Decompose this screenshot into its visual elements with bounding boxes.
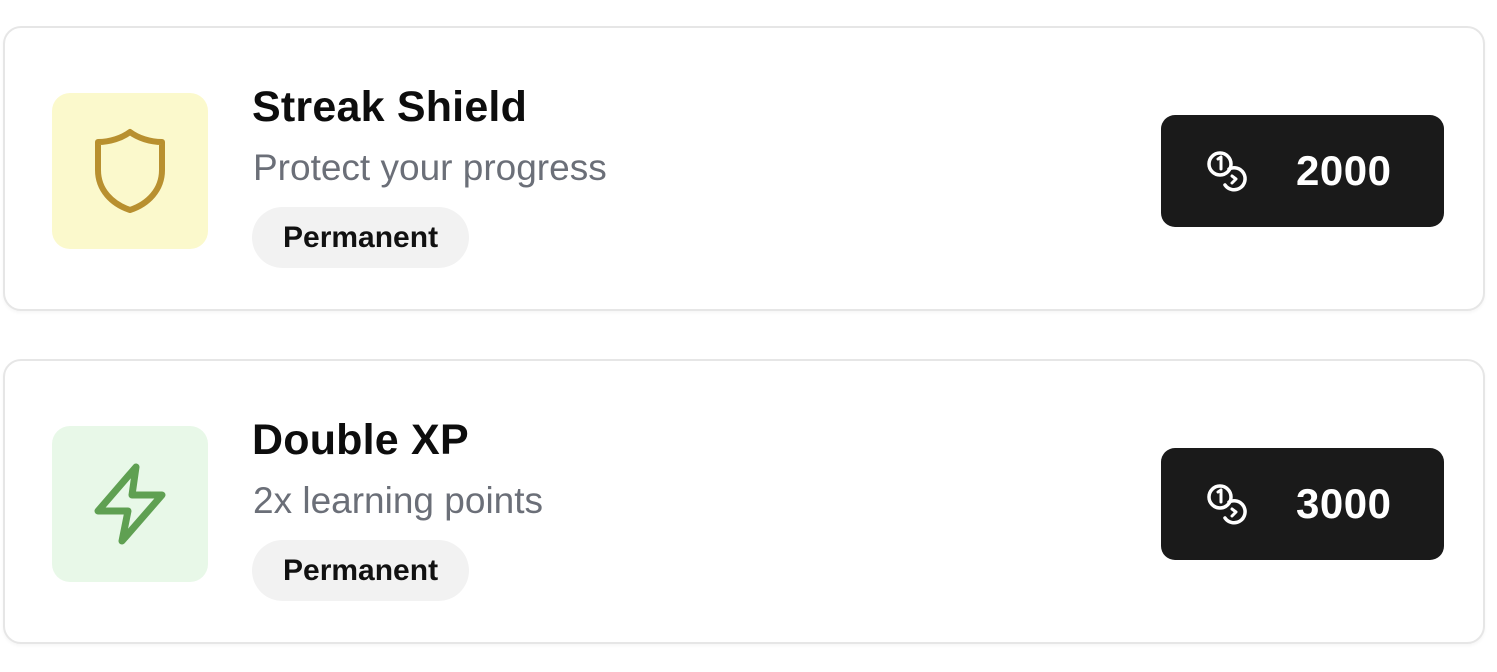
shop-item-streak-shield: Streak Shield Protect your progress Perm… xyxy=(3,26,1485,311)
item-title: Double XP xyxy=(252,416,469,464)
coins-icon xyxy=(1207,151,1247,192)
lightning-icon xyxy=(94,463,166,545)
duration-badge: Permanent xyxy=(252,207,470,268)
shield-icon xyxy=(95,129,165,213)
shield-icon-tile xyxy=(52,93,208,249)
buy-button[interactable]: 3000 xyxy=(1161,448,1444,560)
item-description: 2x learning points xyxy=(253,480,544,521)
item-description: Protect your progress xyxy=(253,147,607,188)
lightning-icon-tile xyxy=(52,426,208,582)
coins-icon xyxy=(1207,484,1247,525)
buy-button[interactable]: 2000 xyxy=(1161,115,1444,227)
price-label: 3000 xyxy=(1296,480,1392,527)
duration-badge: Permanent xyxy=(252,540,470,601)
shop-item-double-xp: Double XP 2x learning points Permanent 3… xyxy=(3,359,1485,644)
price-label: 2000 xyxy=(1296,147,1392,194)
item-title: Streak Shield xyxy=(252,83,528,131)
